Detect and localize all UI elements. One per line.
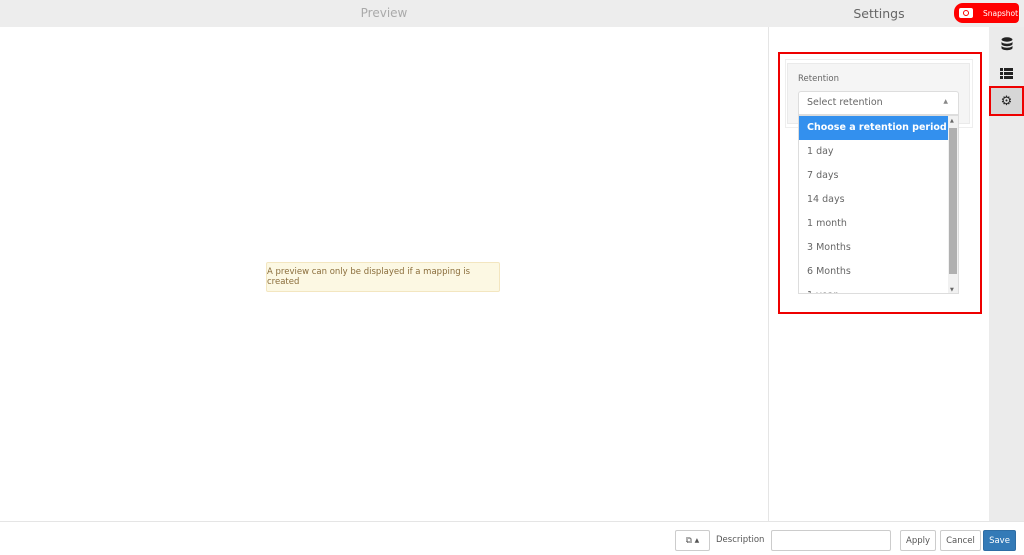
- right-rail: ⚙: [989, 27, 1024, 521]
- option-6-months[interactable]: 6 Months: [799, 260, 949, 284]
- option-1-day[interactable]: 1 day: [799, 140, 949, 164]
- top-bar: Preview Settings Snapshot: [0, 0, 1024, 27]
- caret-up-icon: ▲: [694, 537, 700, 544]
- panel-divider: [768, 27, 769, 521]
- dropdown-scrollbar[interactable]: ▲ ▼: [948, 116, 958, 293]
- cancel-button[interactable]: Cancel: [940, 530, 981, 551]
- option-1-month[interactable]: 1 month: [799, 212, 949, 236]
- description-input[interactable]: [771, 530, 891, 551]
- apply-button[interactable]: Apply: [900, 530, 936, 551]
- list-icon[interactable]: [989, 58, 1024, 88]
- preview-notice: A preview can only be displayed if a map…: [266, 262, 500, 292]
- description-label: Description: [716, 535, 765, 545]
- retention-select[interactable]: Select retention ▲: [798, 91, 959, 115]
- option-14-days[interactable]: 14 days: [799, 188, 949, 212]
- option-3-months[interactable]: 3 Months: [799, 236, 949, 260]
- caret-up-icon: ▲: [943, 98, 948, 105]
- select-value: Select retention: [807, 97, 883, 108]
- save-button[interactable]: Save: [983, 530, 1016, 551]
- snapshot-button[interactable]: Snapshot: [954, 3, 1019, 23]
- retention-dropdown[interactable]: Choose a retention period 1 day 7 days 1…: [798, 115, 959, 294]
- option-1-year[interactable]: 1 year: [799, 284, 949, 293]
- snapshot-label: Snapshot: [983, 8, 1019, 18]
- gear-icon[interactable]: ⚙: [989, 86, 1024, 116]
- retention-label: Retention: [798, 74, 839, 84]
- camera-icon: [959, 8, 973, 18]
- option-choose[interactable]: Choose a retention period: [799, 116, 949, 140]
- copy-icon: ⧉: [685, 535, 692, 546]
- preview-title: Preview: [360, 6, 408, 20]
- copy-dropdown-button[interactable]: ⧉ ▲: [675, 530, 710, 551]
- option-7-days[interactable]: 7 days: [799, 164, 949, 188]
- database-icon[interactable]: [989, 29, 1024, 59]
- scrollbar-thumb[interactable]: [949, 128, 957, 274]
